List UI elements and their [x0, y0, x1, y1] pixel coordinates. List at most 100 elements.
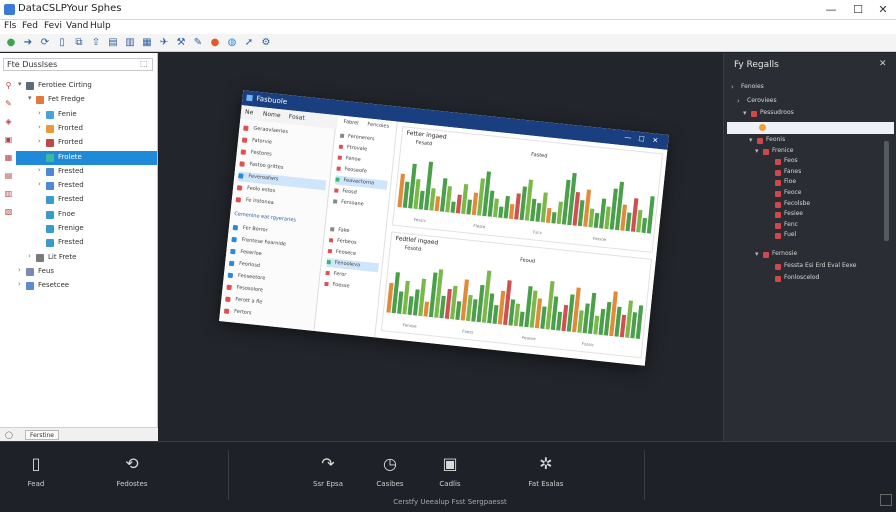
- resize-handle[interactable]: [880, 494, 892, 506]
- table-icon[interactable]: ▥: [4, 189, 13, 198]
- record-icon[interactable]: ●: [208, 36, 222, 50]
- embedded-item-label: Fake: [337, 226, 350, 235]
- upload-icon[interactable]: ⇧: [89, 36, 103, 50]
- tree-node-icon: [36, 96, 44, 105]
- tree-toggle-icon[interactable]: ▾: [28, 94, 32, 102]
- tree-toggle-icon[interactable]: ▾: [755, 250, 759, 258]
- tree-toggle-icon[interactable]: ▾: [18, 80, 22, 88]
- tree-item[interactable]: › Frorted: [16, 136, 157, 150]
- tree-toggle-icon[interactable]: ›: [18, 280, 21, 288]
- tree-item[interactable]: Frested: [16, 236, 157, 250]
- right-panel-row[interactable]: ▾ Fernosie: [727, 249, 882, 261]
- dock-item[interactable]: ✲ Fat Esalas: [506, 454, 586, 494]
- split-icon[interactable]: ⧉: [72, 36, 86, 50]
- panel-icon[interactable]: ▧: [4, 207, 13, 216]
- pointer-icon[interactable]: ✈: [157, 36, 171, 50]
- right-panel-row[interactable]: ▾ Pessudroos: [727, 108, 882, 120]
- back-icon[interactable]: ●: [4, 36, 18, 50]
- close-icon[interactable]: ✕: [879, 59, 887, 69]
- tree-toggle-icon[interactable]: ›: [38, 166, 41, 174]
- embedded-item-icon: [238, 173, 244, 179]
- right-panel-selected-row[interactable]: [727, 122, 894, 134]
- dock-item[interactable]: ▣ Cadlis: [410, 454, 490, 494]
- tree-toggle-icon[interactable]: ▾: [749, 136, 753, 144]
- tree-item[interactable]: Frolete: [16, 150, 157, 165]
- document-icon[interactable]: ▯: [55, 36, 69, 50]
- tree-item[interactable]: › Frorted: [16, 122, 157, 136]
- menu-file[interactable]: Fls: [4, 21, 16, 31]
- tree-toggle-icon[interactable]: ›: [38, 180, 41, 188]
- dock-item[interactable]: ⟲ Fedostes: [92, 454, 172, 494]
- chart-bar: [641, 217, 648, 234]
- tree-toggle-icon[interactable]: ›: [28, 252, 31, 260]
- right-panel-scrollbar[interactable]: [884, 141, 889, 241]
- chart-title: Fetter ingaed: [406, 129, 447, 141]
- right-panel-row-label: Fioe: [784, 178, 797, 186]
- tree-toggle-icon[interactable]: ▾: [755, 147, 759, 155]
- image-icon[interactable]: ▣: [4, 135, 13, 144]
- embedded-item-icon: [328, 238, 334, 243]
- tree-toggle-icon[interactable]: ›: [737, 97, 740, 105]
- tree-item[interactable]: › Fesetcee: [16, 279, 157, 293]
- tree-toggle-icon[interactable]: ▾: [743, 109, 747, 117]
- dock-item[interactable]: ▯ Fead: [0, 454, 76, 494]
- tree-item[interactable]: ▾ Ferotiee Cirting: [16, 79, 157, 93]
- settings-icon[interactable]: ⚙: [259, 36, 273, 50]
- tree-item[interactable]: Frenige: [16, 222, 157, 236]
- grid-icon[interactable]: ▦: [140, 36, 154, 50]
- close-button[interactable]: ✕: [872, 2, 894, 18]
- right-panel-row-label: Fecolsbe: [784, 199, 811, 207]
- dock-item-label: Fat Esalas: [528, 480, 564, 488]
- tree-toggle-icon[interactable]: ›: [18, 266, 21, 274]
- status-button[interactable]: Ferstine: [25, 430, 59, 440]
- right-panel-row[interactable]: Fuel: [727, 230, 882, 242]
- refresh-icon[interactable]: ⟳: [38, 36, 52, 50]
- embedded-item-icon: [325, 270, 330, 276]
- tree-item[interactable]: › Lit Frete: [16, 251, 157, 265]
- right-panel-row[interactable]: Fessta Esi Erd Eval Eexe: [727, 261, 882, 273]
- tree-item[interactable]: › Frested: [16, 165, 157, 179]
- embedded-item-label: Foesse: [332, 281, 350, 290]
- layer-icon[interactable]: ◈: [4, 117, 13, 126]
- maximize-button[interactable]: ☐: [847, 2, 869, 18]
- edit-icon[interactable]: ✎: [4, 99, 13, 108]
- right-panel-row[interactable]: › Fenoies: [727, 82, 882, 94]
- tree-item-label: Fet Fredge: [48, 95, 85, 104]
- right-panel-row[interactable]: › Ceroviees: [727, 96, 882, 108]
- menu-help[interactable]: Hulp: [90, 21, 111, 31]
- stack-icon[interactable]: ▤: [4, 171, 13, 180]
- menu-edit[interactable]: Fed: [22, 21, 38, 31]
- tool-icon[interactable]: ⚒: [174, 36, 188, 50]
- chart-bar: [492, 198, 499, 218]
- pin-icon[interactable]: ⚲: [4, 81, 13, 90]
- arrow-icon[interactable]: ➚: [242, 36, 256, 50]
- tree-item[interactable]: › Fenie: [16, 108, 157, 122]
- minimize-button[interactable]: —: [820, 2, 842, 18]
- folder-icon[interactable]: ▤: [106, 36, 120, 50]
- edit-icon[interactable]: ✎: [191, 36, 205, 50]
- chart-bar: [396, 291, 404, 314]
- columns-icon[interactable]: ▥: [123, 36, 137, 50]
- menu-tools[interactable]: Vand: [66, 21, 88, 31]
- grid-icon[interactable]: ▦: [4, 153, 13, 162]
- tree-item[interactable]: ▾ Fet Fredge: [16, 93, 157, 107]
- right-panel-row-label: Fuel: [784, 231, 797, 239]
- tree-item[interactable]: Frested: [16, 193, 157, 207]
- tree-toggle-icon[interactable]: ›: [38, 123, 41, 131]
- menu-view[interactable]: Fevi: [44, 21, 62, 31]
- tree-toggle-icon[interactable]: ›: [38, 109, 41, 117]
- embedded-item-label: Feorlosd: [238, 260, 261, 269]
- tree-item[interactable]: › Frested: [16, 179, 157, 193]
- forward-icon[interactable]: ➔: [21, 36, 35, 50]
- embedded-item-label: Feoseofe: [344, 166, 368, 175]
- tree-item[interactable]: Fnoe: [16, 208, 157, 222]
- tree-toggle-icon[interactable]: ›: [38, 137, 41, 145]
- embedded-item-icon: [223, 308, 230, 314]
- tree-item[interactable]: › Feus: [16, 265, 157, 279]
- node-icon: [775, 191, 781, 197]
- dropdown-icon[interactable]: ⬚: [140, 59, 148, 68]
- right-panel-row[interactable]: Fonloscelod: [727, 273, 882, 285]
- tree-toggle-icon[interactable]: ›: [731, 83, 734, 91]
- search-input[interactable]: [3, 58, 153, 71]
- globe-icon[interactable]: ◍: [225, 36, 239, 50]
